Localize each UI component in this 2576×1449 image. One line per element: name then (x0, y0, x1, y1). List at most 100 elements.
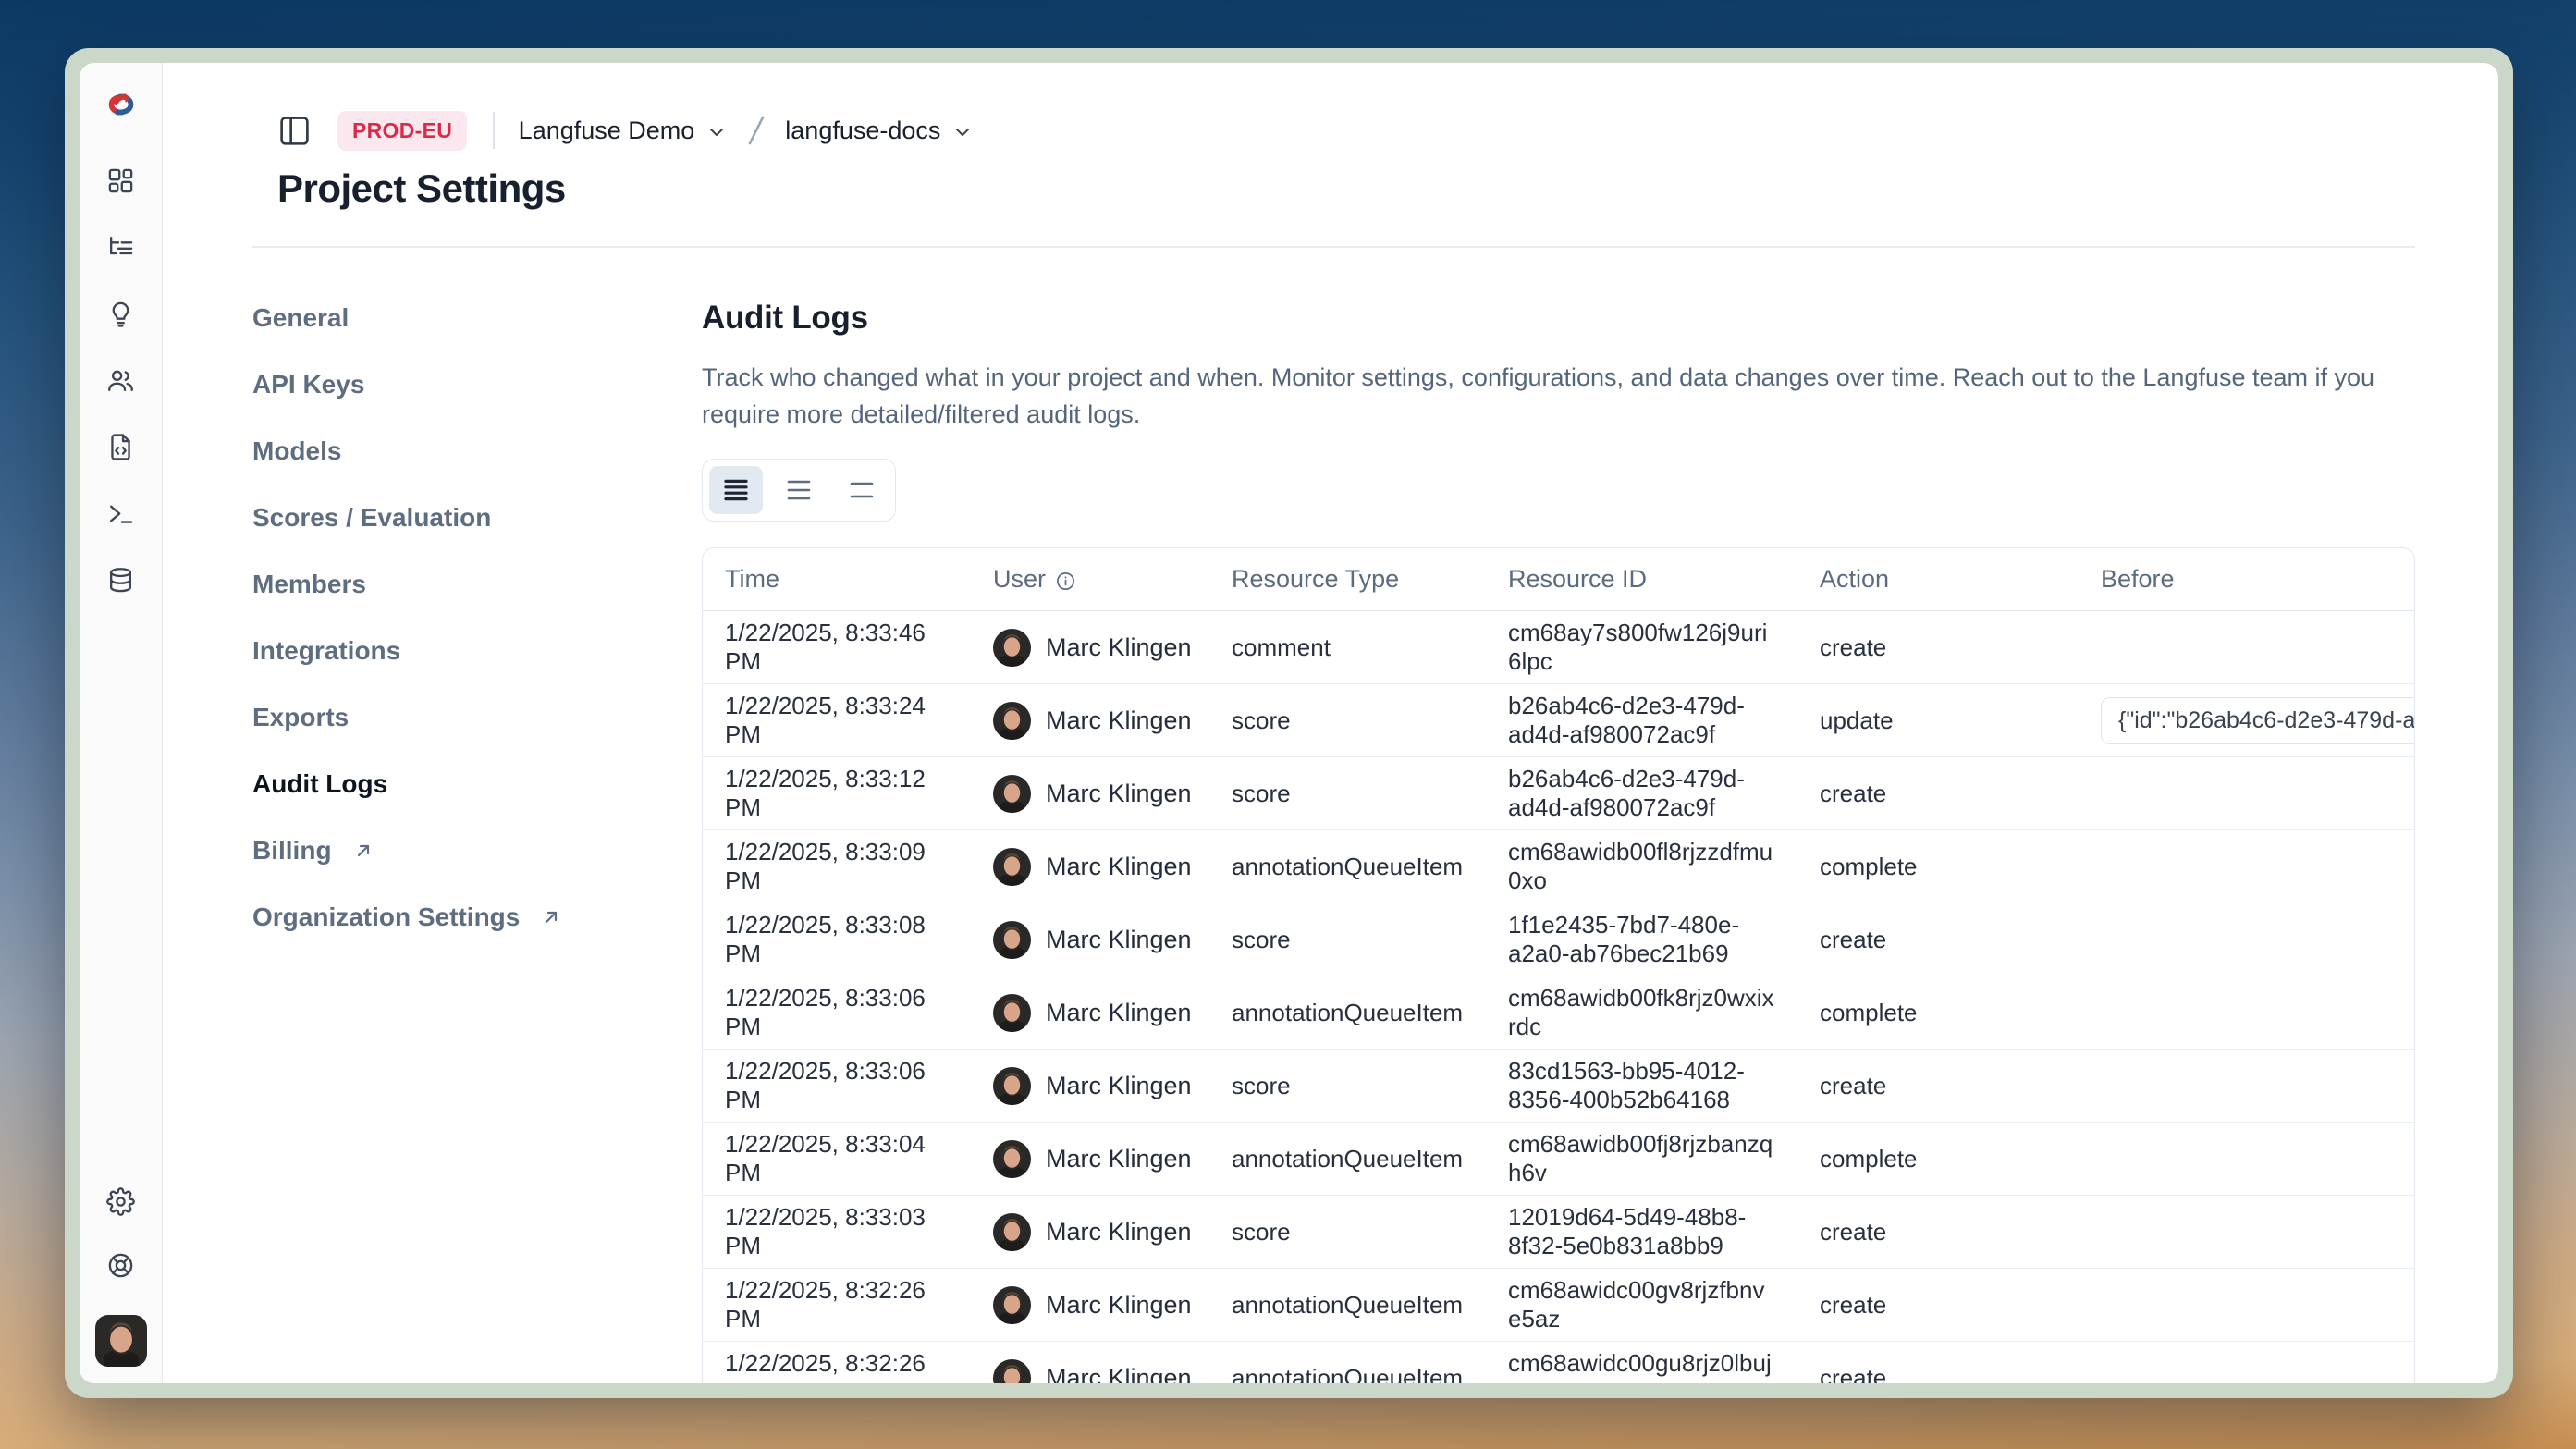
external-link-icon (540, 906, 562, 928)
users-icon[interactable] (106, 366, 135, 395)
column-header-resource-id[interactable]: Resource ID (1486, 548, 1797, 611)
table-row[interactable]: 1/22/2025, 8:33:06 PM Marc Klingen score… (703, 1050, 2414, 1123)
settings-nav-item-exports[interactable]: Exports (252, 699, 702, 736)
row-avatar (993, 848, 1031, 886)
panel-left-icon[interactable] (277, 114, 312, 148)
cell-resource-type: score (1209, 1196, 1486, 1269)
column-header-before[interactable]: Before (2079, 548, 2414, 611)
cell-resource-id: 83cd1563-bb95-4012-8356-400b52b64168 (1486, 1050, 1797, 1123)
table-row[interactable]: 1/22/2025, 8:32:26 PM Marc Klingen annot… (703, 1342, 2414, 1384)
row-avatar (993, 994, 1031, 1032)
row-height-small-icon[interactable] (709, 466, 763, 514)
table-row[interactable]: 1/22/2025, 8:33:09 PM Marc Klingen annot… (703, 830, 2414, 903)
settings-nav-item-models[interactable]: Models (252, 433, 702, 470)
cell-time: 1/22/2025, 8:33:24 PM (703, 684, 971, 757)
table-header-row: Time User Resour (703, 548, 2414, 611)
settings-nav-item-organization-settings[interactable]: Organization Settings (252, 899, 702, 936)
user-name: Marc Klingen (1046, 1145, 1192, 1173)
cell-resource-id: cm68awidb00fk8rjz0wxixrdc (1486, 976, 1797, 1050)
breadcrumb-divider (493, 112, 495, 149)
settings-nav-item-scores-evaluation[interactable]: Scores / Evaluation (252, 499, 702, 536)
cell-action: complete (1797, 1123, 2079, 1196)
cell-before (2079, 757, 2414, 830)
info-icon[interactable] (1055, 570, 1076, 591)
row-avatar (993, 1067, 1031, 1105)
settings-nav-label: Scores / Evaluation (252, 503, 491, 533)
lightbulb-icon[interactable] (106, 300, 135, 328)
table-row[interactable]: 1/22/2025, 8:32:26 PM Marc Klingen annot… (703, 1269, 2414, 1342)
user-name: Marc Klingen (1046, 706, 1192, 735)
user-name: Marc Klingen (1046, 1364, 1192, 1384)
row-avatar (993, 1286, 1031, 1324)
cell-before (2079, 1342, 2414, 1384)
table-row[interactable]: 1/22/2025, 8:33:24 PM Marc Klingen score… (703, 684, 2414, 757)
project-switcher[interactable]: langfuse-docs (785, 117, 974, 145)
audit-logs-panel: Audit Logs Track who changed what in you… (702, 300, 2415, 1384)
cell-action: complete (1797, 976, 2079, 1050)
table-row[interactable]: 1/22/2025, 8:33:06 PM Marc Klingen annot… (703, 976, 2414, 1050)
cell-before (2079, 1269, 2414, 1342)
database-icon[interactable] (106, 566, 135, 595)
user-avatar[interactable] (95, 1315, 147, 1367)
environment-badge[interactable]: PROD-EU (337, 111, 467, 151)
external-link-icon (352, 840, 374, 862)
row-height-large-icon[interactable] (835, 466, 889, 514)
settings-nav-item-members[interactable]: Members (252, 566, 702, 603)
cell-user: Marc Klingen (971, 976, 1209, 1050)
settings-nav-item-api-keys[interactable]: API Keys (252, 366, 702, 403)
main-content: PROD-EU Langfuse Demo langfuse-d (163, 63, 2498, 1383)
row-avatar (993, 921, 1031, 959)
settings-nav-item-general[interactable]: General (252, 300, 702, 337)
cell-time: 1/22/2025, 8:32:26 PM (703, 1269, 971, 1342)
slash-separator-icon (741, 112, 772, 149)
trace-tree-icon[interactable] (106, 233, 135, 262)
user-name: Marc Klingen (1046, 1291, 1192, 1320)
org-switcher[interactable]: Langfuse Demo (519, 117, 729, 145)
settings-nav-label: API Keys (252, 370, 364, 399)
settings-nav-item-audit-logs[interactable]: Audit Logs (252, 766, 702, 803)
table-row[interactable]: 1/22/2025, 8:33:04 PM Marc Klingen annot… (703, 1123, 2414, 1196)
cell-resource-type: score (1209, 1050, 1486, 1123)
row-avatar (993, 1140, 1031, 1178)
table-row[interactable]: 1/22/2025, 8:33:08 PM Marc Klingen score… (703, 903, 2414, 976)
file-code-icon[interactable] (106, 433, 135, 461)
cell-resource-id: 1f1e2435-7bd7-480e-a2a0-ab76bec21b69 (1486, 903, 1797, 976)
cell-resource-id: cm68awidc00gu8rjz0lbujwpe (1486, 1342, 1797, 1384)
cell-resource-id: 12019d64-5d49-48b8-8f32-5e0b831a8bb9 (1486, 1196, 1797, 1269)
settings-gear-icon[interactable] (106, 1187, 135, 1216)
user-name: Marc Klingen (1046, 926, 1192, 954)
column-header-time[interactable]: Time (703, 548, 971, 611)
cell-before (2079, 1050, 2414, 1123)
cell-action: create (1797, 1050, 2079, 1123)
cell-resource-type: annotationQueueItem (1209, 1123, 1486, 1196)
settings-nav-label: Integrations (252, 636, 400, 666)
cell-time: 1/22/2025, 8:33:03 PM (703, 1196, 971, 1269)
before-json-box[interactable]: {"id":"b26ab4c6-d2e3-479d-a (2101, 706, 2414, 733)
cell-action: create (1797, 1269, 2079, 1342)
cell-before (2079, 1196, 2414, 1269)
settings-nav-item-integrations[interactable]: Integrations (252, 632, 702, 669)
desktop-background: PROD-EU Langfuse Demo langfuse-d (0, 0, 2576, 1449)
table-row[interactable]: 1/22/2025, 8:33:46 PM Marc Klingen comme… (703, 611, 2414, 684)
cell-user: Marc Klingen (971, 1123, 1209, 1196)
column-header-resource-type[interactable]: Resource Type (1209, 548, 1486, 611)
user-name: Marc Klingen (1046, 1072, 1192, 1100)
cell-time: 1/22/2025, 8:32:26 PM (703, 1342, 971, 1384)
settings-nav-label: Audit Logs (252, 769, 387, 799)
column-header-user[interactable]: User (971, 548, 1209, 611)
row-height-medium-icon[interactable] (772, 466, 826, 514)
langfuse-logo-icon[interactable] (104, 87, 139, 122)
cell-before (2079, 903, 2414, 976)
terminal-icon[interactable] (106, 499, 135, 528)
table-row[interactable]: 1/22/2025, 8:33:03 PM Marc Klingen score… (703, 1196, 2414, 1269)
settings-nav-label: Members (252, 570, 366, 599)
dashboard-icon[interactable] (106, 166, 135, 195)
column-header-action[interactable]: Action (1797, 548, 2079, 611)
settings-nav-item-billing[interactable]: Billing (252, 832, 702, 869)
user-name: Marc Klingen (1046, 853, 1192, 881)
cell-action: create (1797, 611, 2079, 684)
life-buoy-icon[interactable] (106, 1251, 135, 1280)
table-row[interactable]: 1/22/2025, 8:33:12 PM Marc Klingen score… (703, 757, 2414, 830)
cell-user: Marc Klingen (971, 1050, 1209, 1123)
cell-time: 1/22/2025, 8:33:06 PM (703, 1050, 971, 1123)
